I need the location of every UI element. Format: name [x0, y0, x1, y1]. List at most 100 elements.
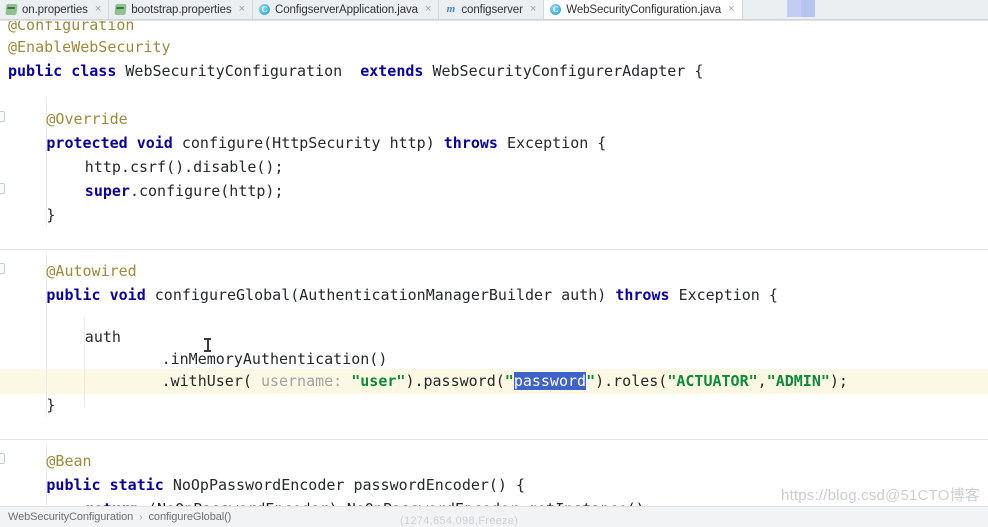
- status-bar: WebSecurityConfiguration › configureGlob…: [0, 506, 988, 527]
- code-line[interactable]: }: [0, 393, 988, 418]
- java-class-icon: C: [259, 4, 270, 15]
- code-line[interactable]: .withUser( username: "user").password("p…: [0, 369, 988, 394]
- editor-tab-websecurityconfiguration-java[interactable]: C WebSecurityConfiguration.java ×: [544, 0, 743, 19]
- code-token: @Override: [46, 110, 128, 128]
- code-line[interactable]: @EnableWebSecurity: [0, 35, 988, 60]
- code-token: http.csrf().disable();: [84, 158, 284, 176]
- java-class-icon: C: [550, 4, 562, 15]
- editor-tab-configserver[interactable]: m configserver ×: [439, 0, 545, 19]
- editor-tab-label: on.properties: [22, 3, 88, 16]
- close-icon[interactable]: ×: [93, 4, 101, 15]
- code-line[interactable]: }: [0, 203, 988, 228]
- editor-tab-label: bootstrap.properties: [131, 3, 232, 16]
- editor-tab-configserverapplication-java[interactable]: C ConfigserverApplication.java ×: [253, 0, 440, 19]
- editor-tab-on-properties[interactable]: on.properties ×: [0, 0, 110, 19]
- code-line[interactable]: @Override: [0, 107, 988, 132]
- code-line[interactable]: [0, 83, 988, 108]
- breadcrumb-method[interactable]: configureGlobal(): [149, 511, 232, 523]
- code-token: super: [84, 182, 130, 200]
- code-token: NoOpPasswordEncoder passwordEncoder() {: [172, 476, 526, 494]
- code-token: ": [586, 372, 596, 390]
- code-token: }: [46, 206, 56, 224]
- selection-highlight-marker-inner: [800, 0, 815, 17]
- code-line[interactable]: [0, 227, 988, 252]
- code-token: class: [71, 62, 117, 80]
- editor-tab-bar: on.properties × bootstrap.properties × C…: [0, 0, 988, 19]
- breadcrumb-separator-icon: ›: [139, 511, 143, 523]
- properties-file-icon: [114, 4, 127, 15]
- code-token: ,: [757, 372, 767, 390]
- breadcrumb-class[interactable]: WebSecurityConfiguration: [8, 511, 133, 523]
- code-token: @Autowired: [46, 262, 137, 280]
- code-line[interactable]: public static NoOpPasswordEncoder passwo…: [0, 473, 988, 498]
- properties-file-icon: [5, 4, 18, 15]
- tab-bar-empty-area: [742, 0, 988, 19]
- selected-text: password: [513, 372, 587, 390]
- code-token: "ADMIN": [766, 372, 830, 390]
- close-icon[interactable]: ×: [726, 4, 734, 15]
- code-token: @Configuration: [8, 21, 135, 34]
- code-token: ).password(: [405, 372, 505, 390]
- close-icon[interactable]: ×: [528, 4, 536, 15]
- code-token: username:: [260, 372, 343, 390]
- code-token: extends: [360, 62, 424, 80]
- ide-window: on.properties × bootstrap.properties × C…: [0, 0, 988, 527]
- close-icon[interactable]: ×: [423, 4, 431, 15]
- text-cursor-icon: [204, 338, 211, 352]
- code-token: configureGlobal(AuthenticationManagerBui…: [154, 286, 616, 304]
- code-line[interactable]: super.configure(http);: [0, 179, 988, 204]
- code-token: throws: [615, 286, 670, 304]
- editor-tab-label: WebSecurityConfiguration.java: [566, 3, 722, 16]
- code-token: void: [109, 286, 146, 304]
- code-token: public: [46, 286, 101, 304]
- close-icon[interactable]: ×: [237, 4, 245, 15]
- code-token: @Bean: [46, 452, 92, 470]
- code-line[interactable]: return (NoOpPasswordEncoder) NoOpPasswor…: [0, 497, 988, 506]
- code-token: Exception {: [506, 134, 607, 152]
- editor-tab-label: configserver: [461, 3, 523, 16]
- code-token: "ACTUATOR": [667, 372, 758, 390]
- code-token: .configure(http);: [129, 182, 284, 200]
- code-token: static: [109, 476, 164, 494]
- code-token: Exception {: [678, 286, 778, 304]
- code-token: public: [8, 62, 63, 80]
- code-line[interactable]: http.csrf().disable();: [0, 155, 988, 180]
- code-token: .inMemoryAuthentication(): [161, 350, 388, 368]
- code-line[interactable]: @Autowired: [0, 259, 988, 284]
- code-token: void: [136, 134, 173, 152]
- code-line[interactable]: public void configureGlobal(Authenticati…: [0, 283, 988, 308]
- code-token: );: [829, 372, 848, 390]
- code-token: WebSecurityConfiguration: [125, 62, 343, 80]
- code-token: .withUser(: [161, 372, 261, 390]
- module-icon: m: [446, 3, 456, 15]
- code-line[interactable]: @Bean: [0, 449, 988, 474]
- code-line[interactable]: [0, 417, 988, 442]
- code-token: auth: [84, 328, 121, 346]
- code-token: configure(HttpSecurity http): [181, 134, 444, 152]
- editor-tab-bootstrap-properties[interactable]: bootstrap.properties ×: [109, 0, 253, 19]
- code-token: }: [46, 396, 56, 414]
- code-token: @EnableWebSecurity: [8, 38, 171, 56]
- code-token: "user": [351, 372, 406, 390]
- code-line[interactable]: protected void configure(HttpSecurity ht…: [0, 131, 988, 156]
- editor-tab-label: ConfigserverApplication.java: [275, 3, 418, 16]
- code-token: protected: [46, 134, 128, 152]
- code-token: public: [46, 476, 101, 494]
- code-line[interactable]: public class WebSecurityConfiguration ex…: [0, 59, 988, 84]
- code-token: ).roles(: [595, 372, 668, 390]
- code-token: WebSecurityConfigurerAdapter {: [432, 62, 704, 80]
- code-editor[interactable]: @Configuration @EnableWebSecurity public c…: [0, 21, 988, 506]
- code-lines[interactable]: @Configuration @EnableWebSecurity public c…: [0, 21, 988, 506]
- code-token: ": [504, 372, 514, 390]
